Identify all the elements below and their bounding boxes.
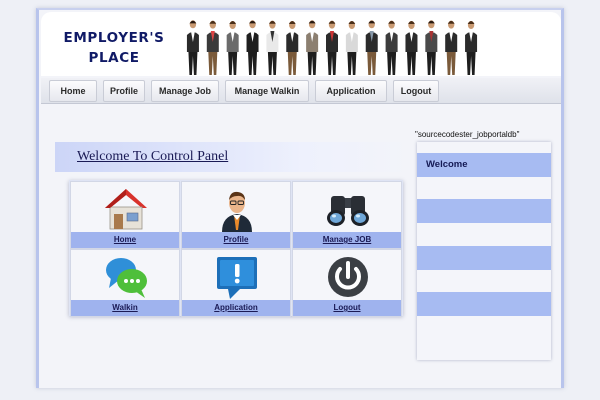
nav-logout[interactable]: Logout [393,80,439,102]
businessman-icon [222,191,252,232]
nav-manage-walkin[interactable]: Manage Walkin [225,80,309,102]
banner-person-figure [249,20,256,24]
control-panel-grid: Home Profile Manage JOB Walkin Applicati… [69,180,403,317]
nav-profile[interactable]: Profile [103,80,145,102]
banner-person-figure [467,21,475,24]
banner-person-figure [209,20,217,24]
banner-person-figure [368,20,376,24]
page-frame: EMPLOYER'S PLACE Home Profile Manage Job… [36,8,564,388]
banner-person-figure [328,20,336,24]
banner-person-figure [188,52,198,75]
sidebar-row [417,199,551,223]
tile-home[interactable]: Home [70,181,180,249]
banner-person-figure [388,20,395,24]
banner-person-figure [446,52,456,75]
alert-message-icon [217,257,257,299]
logo-line-1: EMPLOYER'S [63,30,165,46]
banner-person-figure [367,52,377,75]
sidebar-title: Welcome [426,159,468,170]
logo-line-2: PLACE [88,50,140,66]
banner-person-figure [308,20,316,24]
tile-profile-label[interactable]: Profile [182,232,290,248]
tile-walkin[interactable]: Walkin [70,249,180,317]
site-logo[interactable]: EMPLOYER'S PLACE [59,28,169,68]
business-people-banner-image [186,20,478,75]
tile-manage-job-label[interactable]: Manage JOB [293,232,401,248]
database-name-label: "sourcecodester_jobportaldb" [415,130,520,139]
sidebar-row [417,246,551,270]
binoculars-icon [327,196,369,226]
banner-person-figure [307,52,317,75]
banner-person-figure [228,52,238,75]
banner-person-figure [466,52,476,75]
sidebar-welcome-row: Welcome [417,153,551,177]
banner-person-figure [447,20,455,24]
power-icon [328,257,368,297]
banner-person-figure [248,52,258,75]
tile-profile[interactable]: Profile [181,181,291,249]
banner-person-figure [229,21,237,24]
banner-person-figure [208,52,218,75]
banner-person-figure [269,20,276,24]
sidebar-row [417,292,551,316]
tile-manage-job[interactable]: Manage JOB [292,181,402,249]
nav-application[interactable]: Application [315,80,387,102]
tile-home-label[interactable]: Home [71,232,179,248]
tile-application[interactable]: Application [181,249,291,317]
banner-person-figure [189,20,197,24]
page-title[interactable]: Welcome To Control Panel [77,149,228,165]
banner-person-figure [408,21,415,24]
main-nav: Home Profile Manage Job Manage Walkin Ap… [41,78,561,104]
banner-person-figure [426,52,436,75]
house-icon [105,189,147,230]
banner-person-figure [406,52,416,75]
nav-home[interactable]: Home [49,80,97,102]
chat-bubbles-icon [106,258,147,298]
sidebar-panel: Welcome [417,142,551,360]
tile-application-label[interactable]: Application [182,300,290,316]
banner-person-figure [287,52,297,75]
site-header: EMPLOYER'S PLACE [41,12,561,76]
welcome-heading-bar: Welcome To Control Panel [55,142,409,172]
banner-person-figure [347,52,357,75]
tile-logout[interactable]: Logout [292,249,402,317]
banner-person-figure [327,52,337,75]
banner-person-figure [348,21,356,24]
tile-logout-label[interactable]: Logout [293,300,401,316]
banner-person-figure [267,52,277,75]
tile-walkin-label[interactable]: Walkin [71,300,179,316]
banner-person-figure [427,20,435,24]
banner-person-figure [288,21,296,24]
nav-manage-job[interactable]: Manage Job [151,80,219,102]
banner-person-figure [387,52,397,75]
